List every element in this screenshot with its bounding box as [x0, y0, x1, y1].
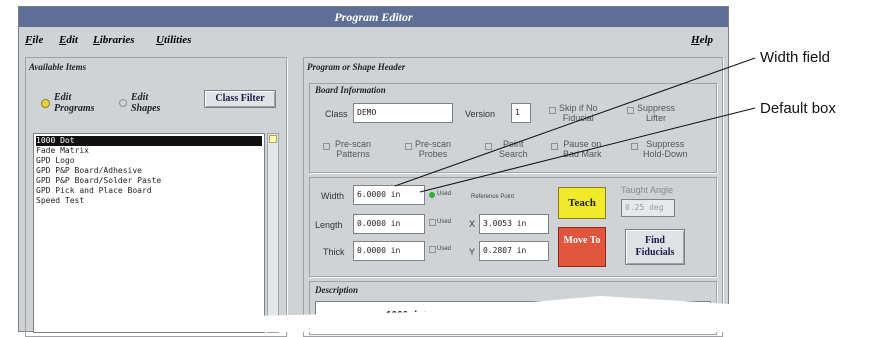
annotation-lines — [394, 57, 756, 193]
default-box-annotation: Default box — [760, 100, 836, 117]
default-box-callout-line — [419, 107, 756, 193]
width-field-annotation: Width field — [760, 49, 831, 66]
